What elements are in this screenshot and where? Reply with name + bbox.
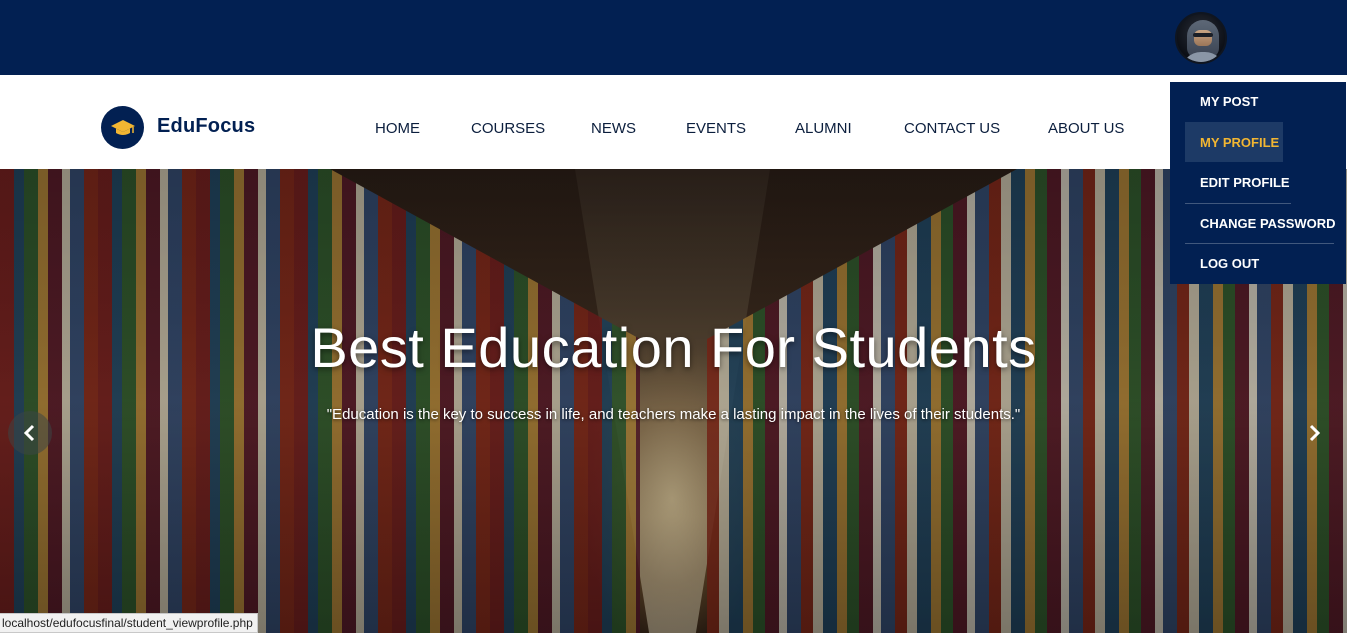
browser-status-bar: localhost/edufocusfinal/student_viewprof… <box>0 613 258 633</box>
menu-item-label: LOG OUT <box>1200 256 1260 271</box>
hero-title: Best Education For Students <box>310 316 1037 379</box>
nav-item-about-us[interactable]: ABOUT US <box>1048 120 1124 137</box>
hero-quote: "Education is the key to success in life… <box>326 406 1021 423</box>
main-navbar: EduFocus HOME COURSES NEWS EVENTS ALUMNI… <box>0 75 1347 169</box>
menu-divider <box>1185 203 1291 204</box>
nav-item-contact-us[interactable]: CONTACT US <box>904 120 1000 137</box>
nav-item-events[interactable]: EVENTS <box>686 120 746 137</box>
user-dropdown-menu: MY POST MY PROFILE EDIT PROFILE CHANGE P… <box>1170 82 1346 284</box>
nav-item-alumni[interactable]: ALUMNI <box>795 120 852 137</box>
menu-item-label: CHANGE PASSWORD <box>1200 216 1336 231</box>
nav-item-news[interactable]: NEWS <box>591 120 636 137</box>
chevron-left-icon <box>23 424 35 442</box>
top-header-bar <box>0 0 1347 75</box>
menu-divider <box>1185 243 1334 244</box>
menu-item-label: MY POST <box>1200 94 1259 109</box>
menu-item-label: EDIT PROFILE <box>1200 175 1290 190</box>
carousel-next-button[interactable] <box>1292 411 1336 455</box>
nav-item-home[interactable]: HOME <box>375 120 420 137</box>
graduation-cap-icon[interactable] <box>101 106 144 149</box>
menu-item-label: MY PROFILE <box>1200 135 1280 150</box>
chevron-right-icon <box>1309 424 1321 442</box>
hero-carousel: Best Education For Students "Education i… <box>0 169 1347 633</box>
user-avatar-icon[interactable] <box>1175 12 1227 64</box>
carousel-prev-button[interactable] <box>8 411 52 455</box>
brand-logo-text[interactable]: EduFocus <box>157 115 255 138</box>
nav-item-courses[interactable]: COURSES <box>471 120 545 137</box>
